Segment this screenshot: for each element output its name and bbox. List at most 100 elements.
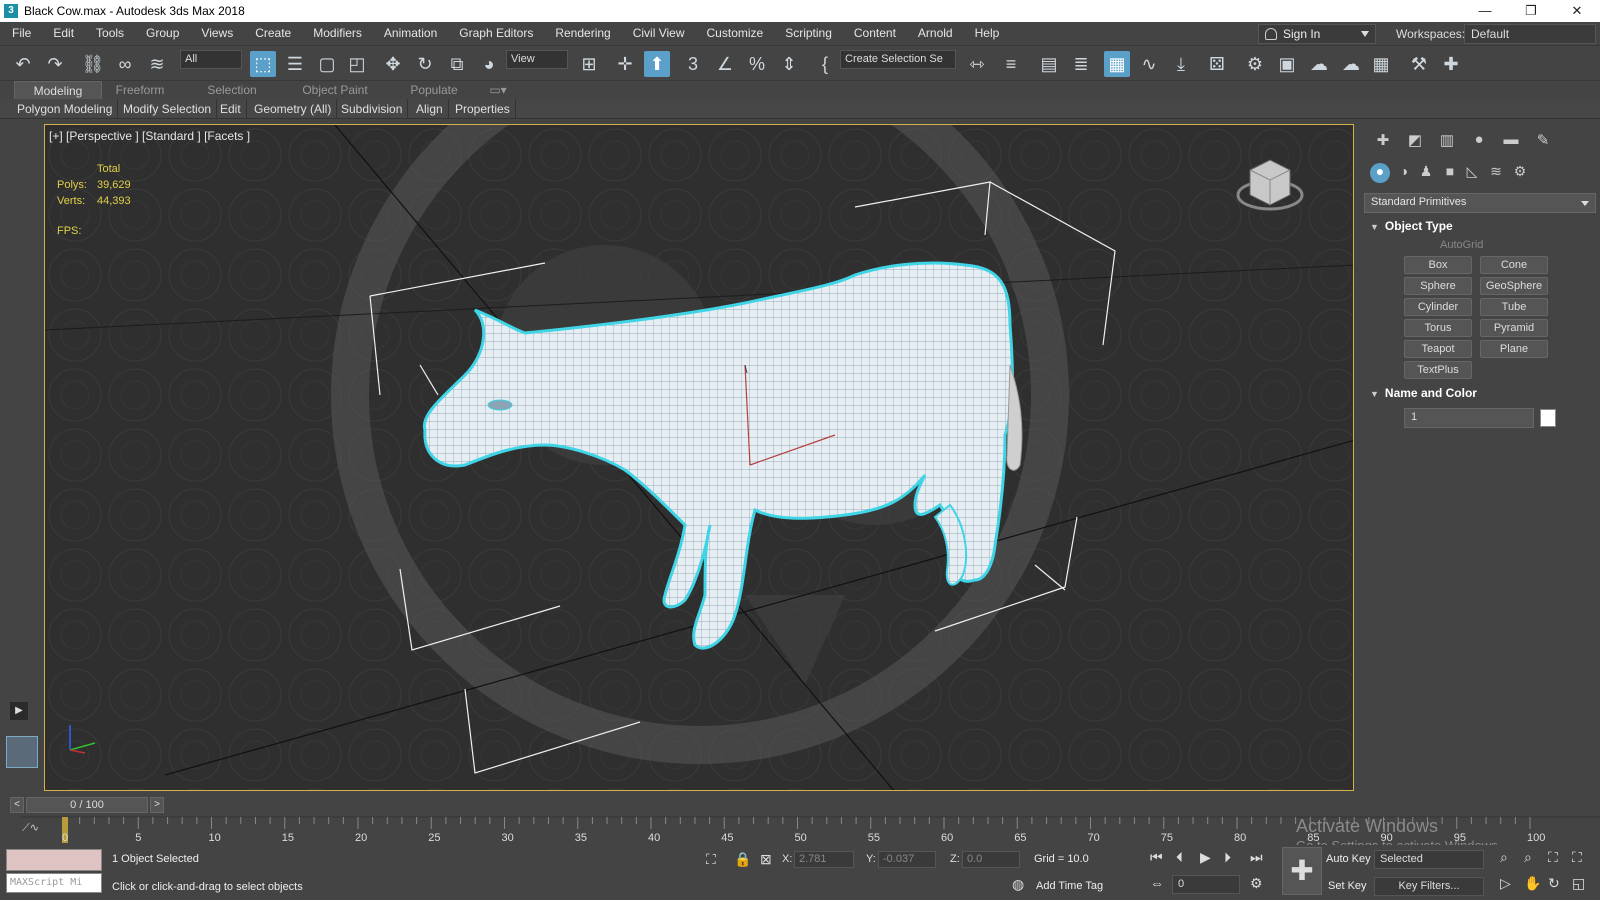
space-warps-icon[interactable]: ≋ — [1486, 163, 1506, 183]
ribbon-options-icon[interactable]: ▭▾ — [486, 81, 510, 99]
z-coordinate-field[interactable]: 0.0 — [962, 851, 1020, 868]
curve-editor-icon[interactable]: ∿ — [1136, 51, 1162, 77]
add-icon[interactable]: ✚ — [1438, 51, 1464, 77]
panel-subdivision[interactable]: Subdivision — [336, 99, 409, 119]
time-tag-icon[interactable]: ◍ — [1012, 876, 1024, 893]
maximize-viewport-icon[interactable]: ◱ — [1572, 875, 1585, 892]
cone-button[interactable]: Cone — [1480, 256, 1548, 274]
menu-scripting[interactable]: Scripting — [773, 22, 842, 45]
pyramid-button[interactable]: Pyramid — [1480, 319, 1548, 337]
orbit-icon[interactable]: ↻ — [1548, 875, 1560, 892]
panel-geometry-all[interactable]: Geometry (All) — [249, 99, 338, 119]
teapot-button[interactable]: Teapot — [1404, 340, 1472, 358]
menu-arnold[interactable]: Arnold — [906, 22, 963, 45]
menu-rendering[interactable]: Rendering — [543, 22, 620, 45]
key-mode-icon[interactable]: ⇔ — [1150, 875, 1164, 891]
object-color-swatch[interactable] — [1540, 409, 1556, 427]
key-filters-button[interactable]: Key Filters... — [1374, 877, 1484, 896]
previous-frame-icon[interactable]: ⏴ — [1176, 849, 1183, 866]
menu-content[interactable]: Content — [842, 22, 906, 45]
align-icon[interactable]: ≡ — [998, 51, 1024, 77]
placement-icon[interactable]: ◕ — [476, 51, 502, 77]
maxscript-listener-output[interactable] — [6, 849, 102, 871]
perspective-viewport[interactable]: [+] [Perspective ] [Standard ] [Facets ]… — [44, 124, 1354, 791]
rendered-frame-icon[interactable]: ▣ — [1274, 51, 1300, 77]
x-coordinate-field[interactable]: 2.781 — [794, 851, 854, 868]
time-prev-icon[interactable]: < — [10, 797, 24, 813]
geometry-icon[interactable]: ● — [1370, 163, 1390, 183]
render-production-icon[interactable]: ☁ — [1306, 51, 1332, 77]
menu-file[interactable]: File — [0, 22, 41, 45]
menu-civil-view[interactable]: Civil View — [621, 22, 695, 45]
minimize-button[interactable]: — — [1462, 0, 1508, 22]
panel-align[interactable]: Align — [411, 99, 449, 119]
bind-space-warp-icon[interactable]: ≋ — [144, 51, 170, 77]
render-setup-icon[interactable]: ⚙ — [1242, 51, 1268, 77]
maximize-button[interactable]: ❐ — [1508, 0, 1554, 22]
spinner-snap-icon[interactable]: ⇕ — [776, 51, 802, 77]
viewport-layout-icon[interactable] — [6, 736, 38, 768]
lights-icon[interactable]: ♟ — [1416, 163, 1436, 183]
tab-populate[interactable]: Populate — [394, 81, 474, 99]
geosphere-button[interactable]: GeoSphere — [1480, 277, 1548, 295]
isolate-selection-icon[interactable]: ⛶ — [706, 851, 716, 868]
panel-edit[interactable]: Edit — [215, 99, 247, 119]
y-coordinate-field[interactable]: -0.037 — [878, 851, 936, 868]
autogrid-checkbox[interactable]: AutoGrid — [1440, 239, 1483, 251]
zoom-extents-all-icon[interactable]: ⛶ — [1572, 849, 1582, 866]
tab-freeform[interactable]: Freeform — [104, 81, 176, 99]
torus-button[interactable]: Torus — [1404, 319, 1472, 337]
zoom-icon[interactable]: ⌕ — [1500, 849, 1508, 866]
set-key-big-icon[interactable]: ✚ — [1282, 847, 1322, 895]
pan-view-icon[interactable]: ✋ — [1524, 875, 1541, 892]
cylinder-button[interactable]: Cylinder — [1404, 298, 1472, 316]
current-frame-field[interactable]: 0 — [1172, 875, 1240, 894]
menu-views[interactable]: Views — [189, 22, 243, 45]
angle-snap-icon[interactable]: ∠ — [712, 51, 738, 77]
material-editor-icon[interactable]: ⚄ — [1204, 51, 1230, 77]
sign-in-dropdown[interactable]: Sign In — [1258, 24, 1376, 44]
panel-modify-selection[interactable]: Modify Selection — [118, 99, 218, 119]
close-button[interactable]: ✕ — [1554, 0, 1600, 22]
modify-tab-icon[interactable]: ◩ — [1404, 131, 1426, 151]
create-tab-icon[interactable]: ✚ — [1372, 131, 1394, 151]
time-slider[interactable]: 0 / 100 — [26, 797, 148, 813]
named-selection-set-input[interactable]: Create Selection Se — [840, 50, 956, 69]
tube-button[interactable]: Tube — [1480, 298, 1548, 316]
tab-object-paint[interactable]: Object Paint — [290, 81, 380, 99]
menu-modifiers[interactable]: Modifiers — [301, 22, 372, 45]
tab-selection[interactable]: Selection — [196, 81, 268, 99]
ribbon-toggle-icon[interactable]: ▦ — [1104, 51, 1130, 77]
workspace-select[interactable]: Default — [1464, 24, 1596, 44]
selection-filter-select[interactable]: All — [180, 50, 242, 69]
cameras-icon[interactable]: ■ — [1440, 163, 1460, 183]
percent-snap-icon[interactable]: % — [744, 51, 770, 77]
key-selection-set-select[interactable]: Selected — [1374, 850, 1484, 869]
unlink-icon[interactable]: ∞ — [112, 51, 138, 77]
field-of-view-icon[interactable]: ▷ — [1500, 875, 1511, 892]
panel-polygon-modeling[interactable]: Polygon Modeling — [12, 99, 119, 119]
auto-key-button[interactable]: Auto Key — [1326, 853, 1371, 865]
pivot-icon[interactable]: ⊞ — [576, 51, 602, 77]
schematic-view-icon[interactable]: ⤓ — [1168, 51, 1194, 77]
utilities-tab-icon[interactable]: ✎ — [1532, 131, 1554, 151]
render-cloud-icon[interactable]: ☁ — [1338, 51, 1364, 77]
mirror-icon[interactable]: ⇿ — [964, 51, 990, 77]
window-crossing-icon[interactable]: ◰ — [344, 51, 370, 77]
select-by-name-icon[interactable]: ☰ — [282, 51, 308, 77]
menu-group[interactable]: Group — [134, 22, 189, 45]
keyboard-shortcut-icon[interactable]: ⬆ — [644, 51, 670, 77]
redo-icon[interactable]: ↷ — [42, 51, 68, 77]
go-to-end-icon[interactable]: ⏭ — [1250, 849, 1263, 866]
menu-animation[interactable]: Animation — [372, 22, 447, 45]
name-and-color-rollout[interactable]: ▼ Name and Color — [1364, 386, 1596, 400]
link-icon[interactable]: ⛓ — [80, 51, 106, 77]
panel-properties[interactable]: Properties — [450, 99, 516, 119]
primitive-category-select[interactable]: Standard Primitives — [1364, 193, 1596, 213]
scale-icon[interactable]: ⧉ — [444, 51, 470, 77]
helpers-icon[interactable]: ◺ — [1462, 163, 1482, 183]
selection-lock-icon[interactable]: 🔒 — [734, 851, 751, 868]
absolute-mode-icon[interactable]: ⊠ — [760, 851, 772, 868]
menu-help[interactable]: Help — [963, 22, 1010, 45]
rotate-icon[interactable]: ↻ — [412, 51, 438, 77]
